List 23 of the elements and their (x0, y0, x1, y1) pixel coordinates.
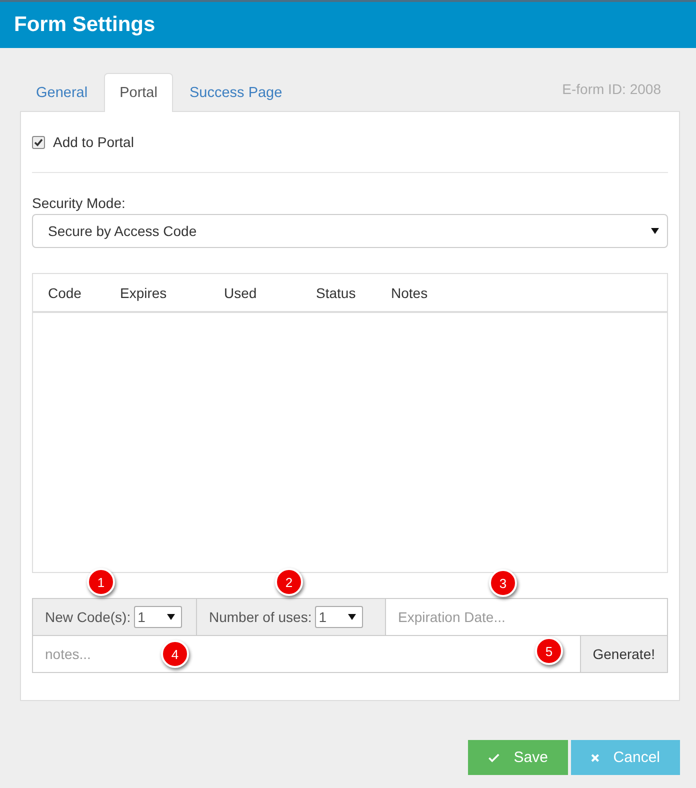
uses-dropdown[interactable]: 1 (314, 606, 363, 628)
caret-icon (348, 614, 356, 620)
expiration-date-field[interactable]: Expiration Date... (385, 598, 668, 636)
caret-icon (651, 228, 659, 234)
column-header: Expires (120, 284, 168, 300)
field-label: Security Mode: (32, 195, 126, 211)
security-mode-dropdown[interactable]: Secure by Access Code (32, 214, 668, 248)
tab[interactable]: General (20, 73, 104, 111)
tab[interactable]: Success Page (173, 73, 298, 111)
tab[interactable]: Portal (104, 73, 174, 112)
column-header: Status (316, 284, 357, 300)
checkbox-label: Add to Portal (53, 134, 134, 150)
column-header: Code (48, 284, 82, 300)
generate-button[interactable]: Generate! (580, 635, 668, 673)
form-id-label: E-form ID: 2008 (562, 81, 662, 99)
caret-icon (166, 614, 175, 620)
field-label: New Code(s): (45, 609, 131, 625)
new-codes-dropdown[interactable]: 1 (134, 606, 182, 628)
column-header: Notes (391, 284, 428, 300)
field-label: Number of uses: (209, 609, 312, 625)
checkbox[interactable] (32, 136, 45, 148)
window-title: Form Settings (0, 0, 696, 48)
column-header: Used (224, 284, 258, 300)
